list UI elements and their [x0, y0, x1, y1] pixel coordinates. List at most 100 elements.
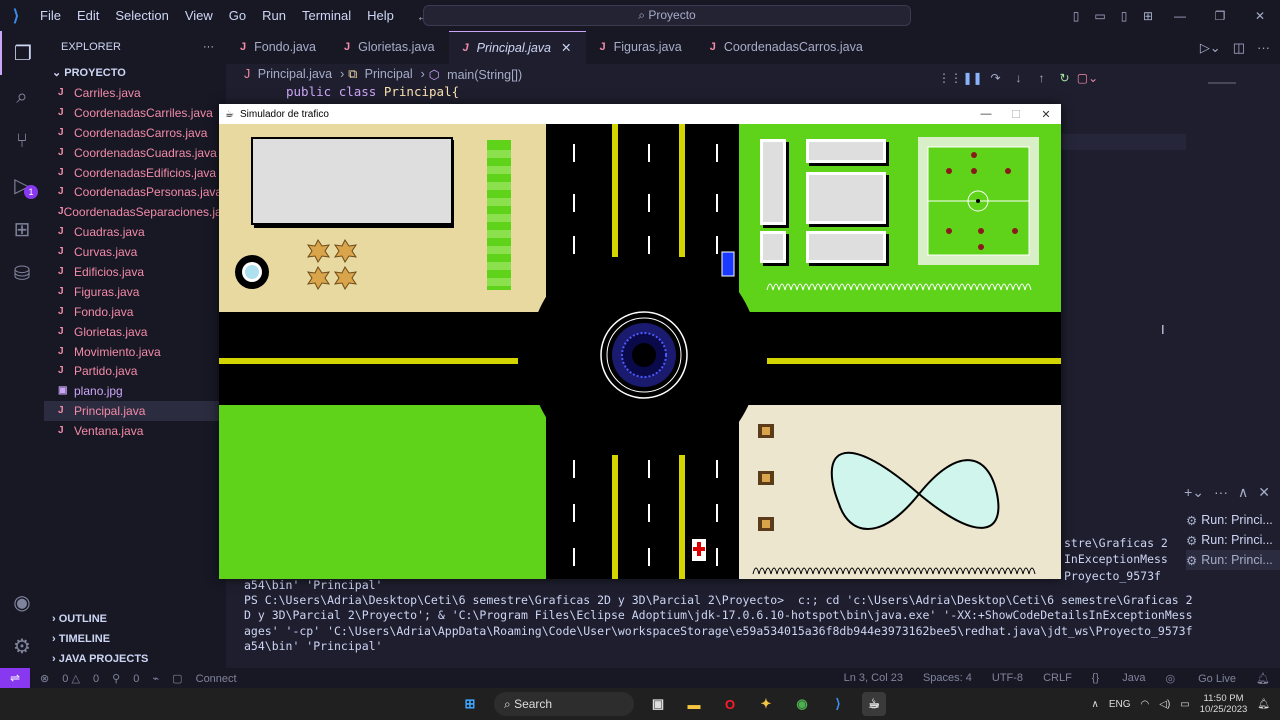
notifications-icon[interactable]: 🔔︎: [1256, 672, 1270, 685]
split-editor-icon[interactable]: ◫: [1233, 40, 1245, 56]
file-item-selected[interactable]: J Principal.java: [44, 401, 226, 422]
vscode-taskbar-icon[interactable]: ⟩: [826, 692, 850, 716]
run-debug-icon[interactable]: ▷ 1: [0, 163, 44, 207]
menu-run[interactable]: Run: [254, 0, 294, 31]
terminal-item[interactable]: ⚙ Run: Princi...: [1186, 530, 1280, 550]
connect-status[interactable]: ⌁: [152, 673, 159, 685]
menu-help[interactable]: Help: [359, 0, 402, 31]
source-control-icon[interactable]: ⑂: [0, 119, 44, 163]
toggle-secondary-sidebar-icon[interactable]: ▯: [1112, 9, 1136, 23]
cursor-position[interactable]: Ln 3, Col 23: [844, 672, 903, 684]
timeline-section[interactable]: › TIMELINE: [44, 629, 226, 649]
file-item[interactable]: J Curvas.java: [44, 242, 226, 262]
extensions-icon[interactable]: ⊞: [0, 207, 44, 251]
file-item[interactable]: J CoordenadasCarros.java: [44, 123, 226, 143]
line-ending[interactable]: CRLF: [1043, 672, 1072, 684]
file-item[interactable]: J CoordenadasCuadras.java: [44, 143, 226, 163]
remote-indicator-icon[interactable]: ⇌: [0, 668, 30, 688]
customize-layout-icon[interactable]: ⊞: [1136, 9, 1160, 23]
step-over-icon[interactable]: ↷: [984, 71, 1007, 85]
file-item[interactable]: J CoordenadasCarriles.java: [44, 103, 226, 123]
file-item[interactable]: J Glorietas.java: [44, 322, 226, 342]
task-view-icon[interactable]: ▣: [646, 692, 670, 716]
file-item[interactable]: J Carriles.java: [44, 83, 226, 103]
encoding[interactable]: UTF-8: [992, 672, 1023, 684]
close-window-icon[interactable]: ✕: [1031, 108, 1061, 121]
database-icon[interactable]: ⛁: [0, 251, 44, 295]
close-panel-icon[interactable]: ✕: [1258, 484, 1270, 501]
chrome-icon[interactable]: ◉: [790, 692, 814, 716]
restart-icon[interactable]: ↻: [1053, 71, 1076, 85]
file-item[interactable]: J CoordenadasSeparaciones.java: [44, 202, 226, 222]
tab-glorietas[interactable]: J Glorietas.java: [330, 31, 449, 64]
close-window-icon[interactable]: ✕: [1240, 9, 1280, 23]
close-tab-icon[interactable]: ✕: [561, 32, 571, 65]
more-actions-icon[interactable]: ···: [1214, 484, 1228, 501]
terminal-item[interactable]: ⚙ Run: Princi...: [1186, 510, 1280, 530]
pause-icon[interactable]: ❚❚: [961, 71, 984, 85]
notification-center-icon[interactable]: 🔔︎: [1257, 699, 1270, 710]
search-icon[interactable]: ⌕: [0, 75, 44, 119]
file-explorer-icon[interactable]: ▬: [682, 692, 706, 716]
file-item[interactable]: J Cuadras.java: [44, 222, 226, 242]
language-indicator[interactable]: ENG: [1109, 699, 1131, 710]
step-out-icon[interactable]: ↑: [1030, 71, 1053, 85]
menu-go[interactable]: Go: [221, 0, 254, 31]
file-item[interactable]: J CoordenadasEdificios.java: [44, 163, 226, 183]
file-item[interactable]: J Edificios.java: [44, 262, 226, 282]
terminal-item-selected[interactable]: ⚙ Run: Princi...: [1186, 550, 1280, 570]
windows-start-icon[interactable]: ⊞: [458, 692, 482, 716]
file-item[interactable]: J Partido.java: [44, 361, 226, 381]
file-item[interactable]: J Figuras.java: [44, 282, 226, 302]
file-item[interactable]: J Movimiento.java: [44, 342, 226, 362]
go-live-button[interactable]: ◎ Go Live: [1165, 672, 1236, 685]
language-mode[interactable]: {} Java: [1092, 672, 1146, 684]
java-projects-section[interactable]: › JAVA PROJECTS: [44, 649, 226, 669]
step-into-icon[interactable]: ↓: [1007, 71, 1030, 85]
file-item[interactable]: ▣ plano.jpg: [44, 381, 226, 401]
connect-button[interactable]: ▢ Connect: [172, 673, 236, 685]
outline-section[interactable]: › OUTLINE: [44, 609, 226, 629]
breadcrumb-method[interactable]: ⬡ main(String[]): [429, 67, 526, 82]
indentation[interactable]: Spaces: 4: [923, 672, 972, 684]
more-actions-icon[interactable]: ···: [203, 41, 214, 53]
project-folder[interactable]: ⌄ PROYECTO: [44, 63, 226, 83]
terminal-output[interactable]: a54\bin' 'Principal' PS C:\Users\Adria\De…: [244, 578, 1193, 654]
breadcrumb-file[interactable]: J Principal.java: [244, 67, 336, 81]
command-center-search[interactable]: ⌕ Proyecto: [423, 5, 911, 26]
stop-icon[interactable]: ▢⌄: [1076, 71, 1099, 85]
new-terminal-icon[interactable]: +⌄: [1184, 484, 1204, 501]
more-actions-icon[interactable]: ···: [1257, 40, 1270, 55]
run-icon[interactable]: ▷⌄: [1200, 40, 1221, 56]
menu-edit[interactable]: Edit: [69, 0, 107, 31]
breadcrumb-class[interactable]: ⧉ Principal: [348, 67, 416, 82]
clock[interactable]: 11:50 PM 10/25/2023: [1200, 693, 1248, 715]
tray-overflow-icon[interactable]: ∧: [1092, 699, 1099, 710]
maximize-icon[interactable]: ☐: [1001, 108, 1031, 121]
ports-status[interactable]: ⚲ 0: [112, 673, 139, 685]
menu-view[interactable]: View: [177, 0, 221, 31]
tab-figuras[interactable]: J Figuras.java: [586, 31, 696, 64]
tab-fondo[interactable]: J Fondo.java: [226, 31, 330, 64]
file-item[interactable]: J Fondo.java: [44, 302, 226, 322]
toggle-sidebar-icon[interactable]: ▯: [1064, 9, 1088, 23]
taskbar-search[interactable]: ⌕ Search: [494, 692, 634, 716]
java-app-icon[interactable]: ☕︎: [862, 692, 886, 716]
opera-icon[interactable]: O: [718, 692, 742, 716]
menu-file[interactable]: File: [32, 0, 69, 31]
file-item[interactable]: J CoordenadasPersonas.java: [44, 182, 226, 202]
settings-gear-icon[interactable]: ⚙: [0, 624, 44, 668]
problems-status[interactable]: ⊗ 0 △ 0: [40, 673, 99, 685]
maximize-panel-icon[interactable]: ∧: [1238, 484, 1248, 501]
app-icon[interactable]: ✦: [754, 692, 778, 716]
battery-icon[interactable]: ▭: [1180, 699, 1189, 710]
volume-icon[interactable]: ◁): [1159, 699, 1170, 710]
tab-principal[interactable]: J Principal.java ✕: [448, 31, 586, 65]
menu-selection[interactable]: Selection: [107, 0, 176, 31]
explorer-icon[interactable]: ❐: [0, 31, 44, 75]
file-item[interactable]: J Ventana.java: [44, 421, 226, 441]
minimize-icon[interactable]: —: [971, 108, 1001, 120]
terminal-output-top[interactable]: stre\Graficas 2 InExceptionMess Proyecto_9…: [1064, 535, 1168, 584]
menu-terminal[interactable]: Terminal: [294, 0, 359, 31]
tab-coordenadascarros[interactable]: J CoordenadasCarros.java: [696, 31, 877, 64]
